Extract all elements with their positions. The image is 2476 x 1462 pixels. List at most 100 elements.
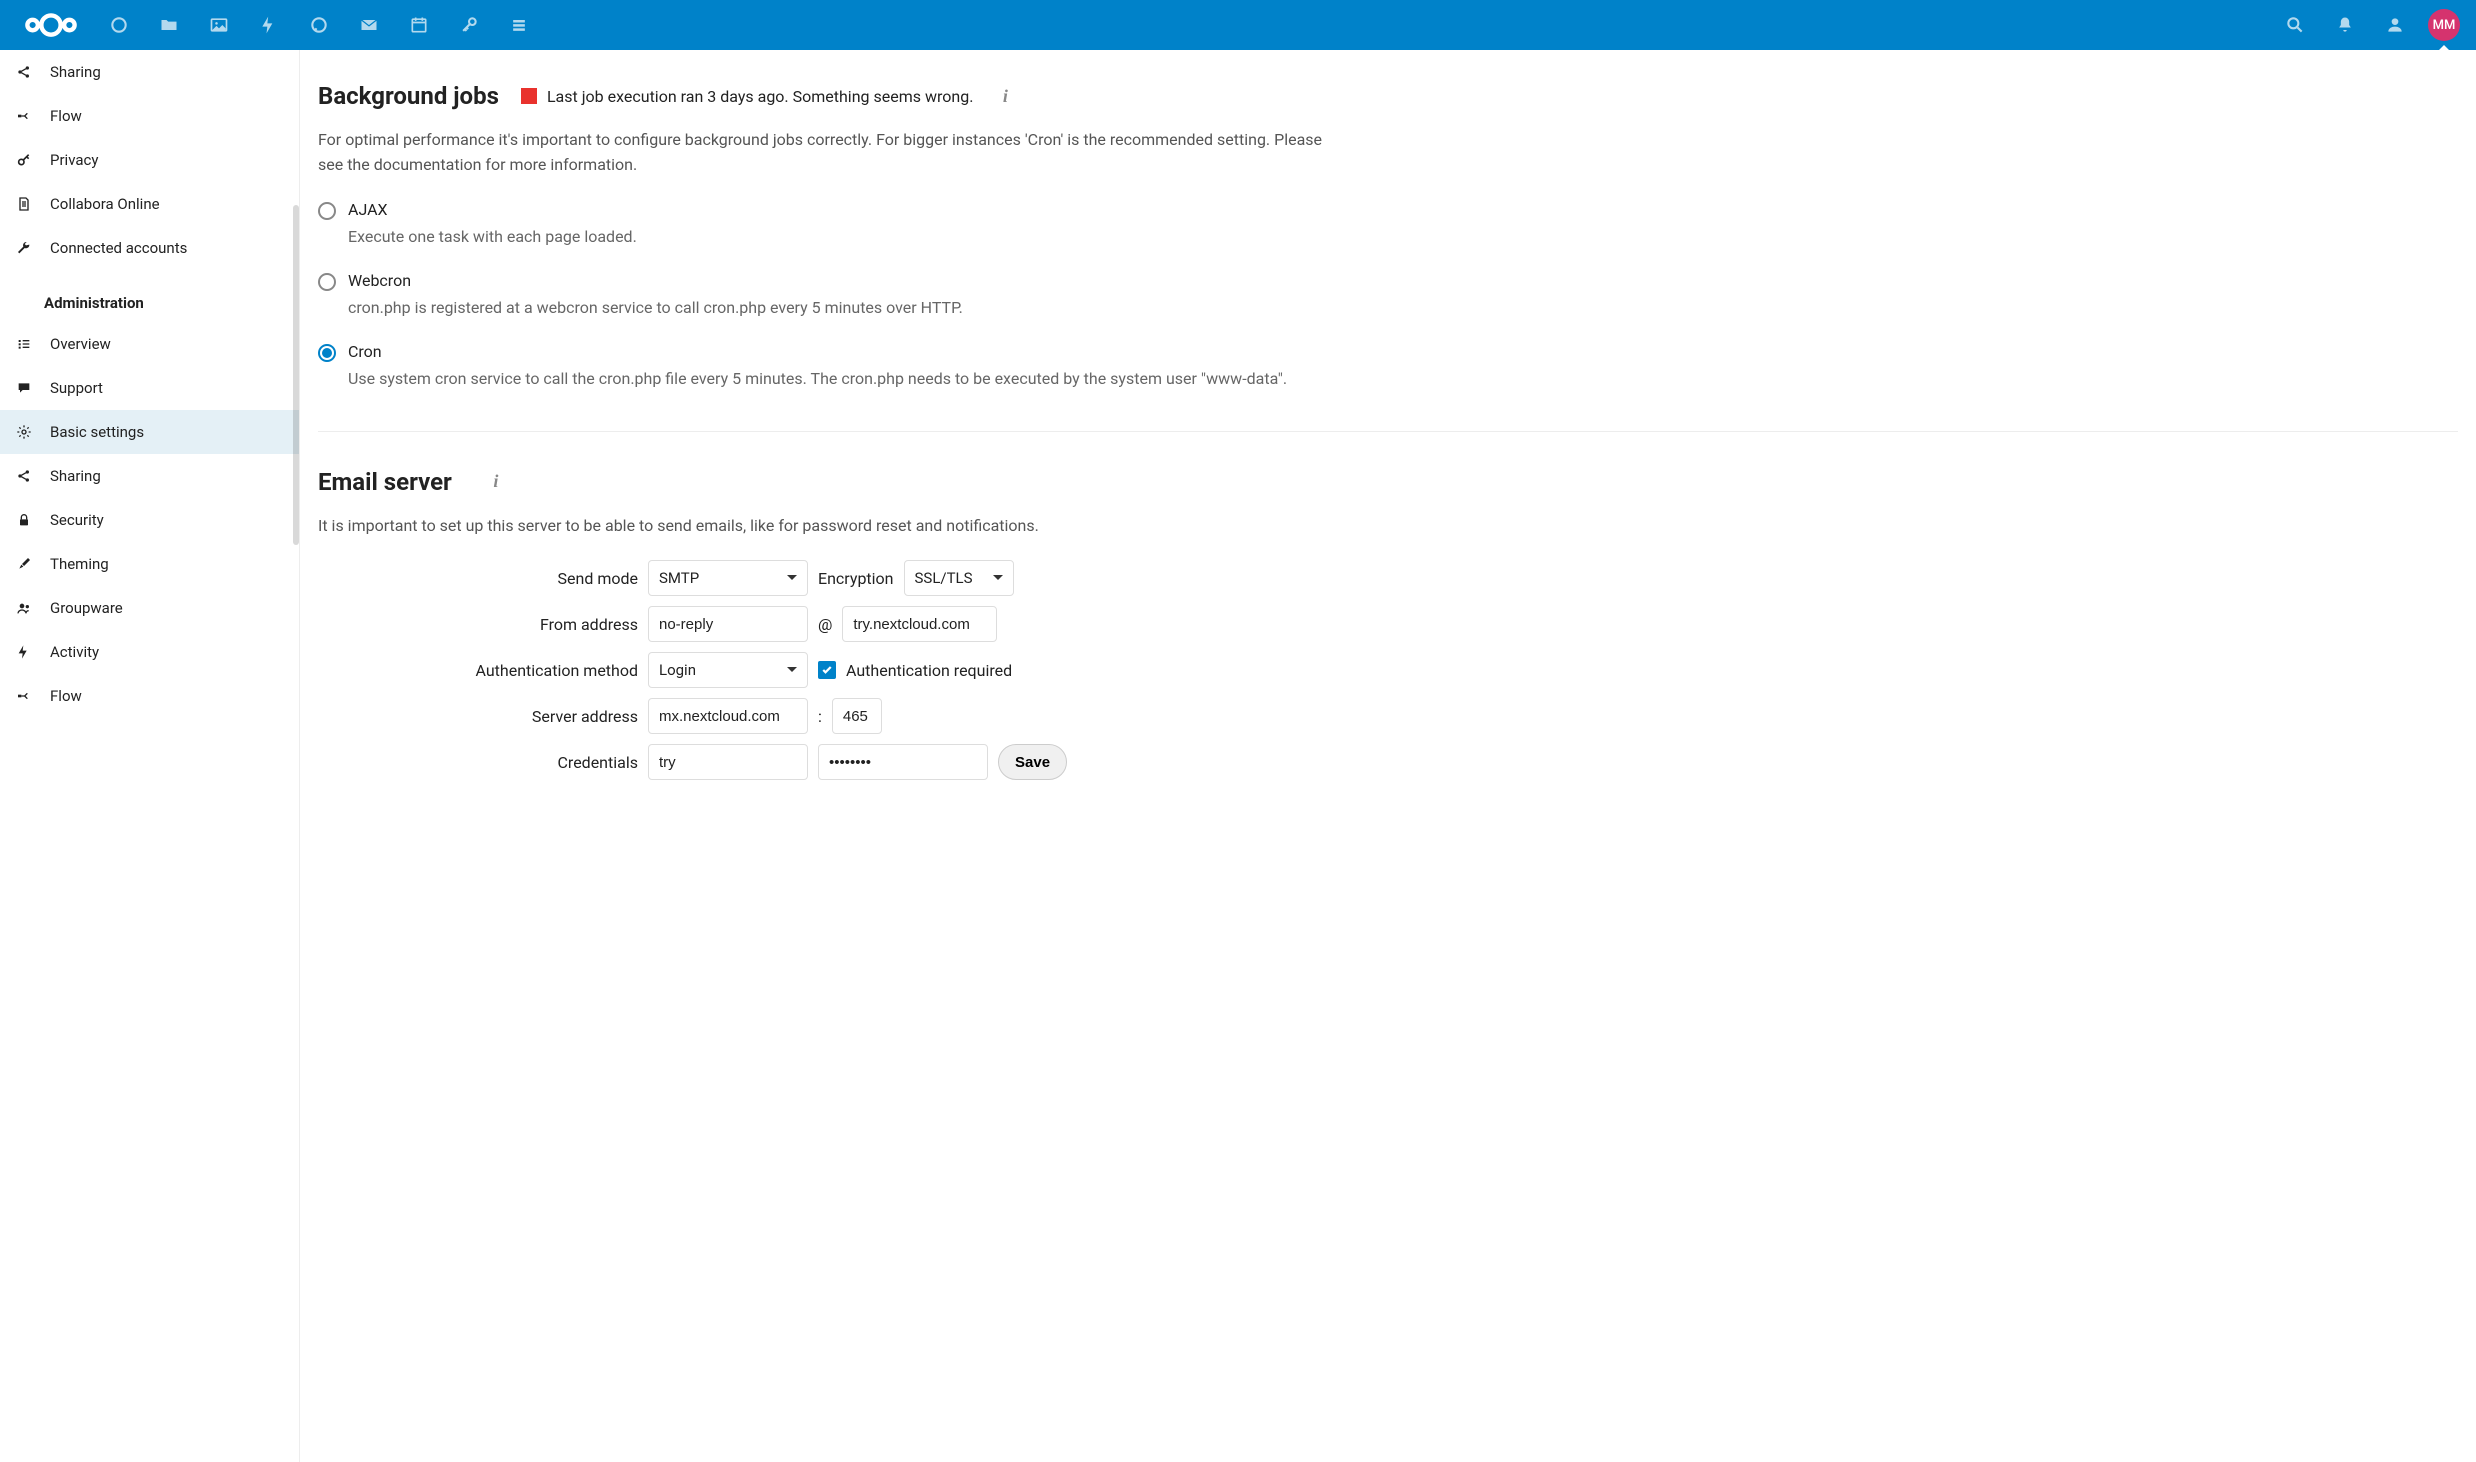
sidebar-item-label: Overview: [50, 335, 111, 353]
send-mode-select[interactable]: SMTP: [648, 560, 808, 596]
sidebar-item-label: Security: [50, 511, 104, 529]
chevron-down-icon: [993, 575, 1003, 585]
bg-jobs-desc: For optimal performance it's important t…: [318, 128, 1338, 178]
sidebar-item-basic[interactable]: Basic settings: [0, 410, 299, 454]
sidebar-item-label: Sharing: [50, 63, 101, 81]
dashboard-icon[interactable]: [94, 0, 144, 50]
key-icon: [14, 152, 34, 168]
background-jobs-section: Background jobs Last job execution ran 3…: [318, 82, 2458, 432]
server-host-input[interactable]: [648, 698, 808, 734]
sidebar-item-privacy[interactable]: Privacy: [0, 138, 299, 182]
search-icon[interactable]: [2270, 0, 2320, 50]
brush-icon: [14, 556, 34, 572]
sidebar-item-activity[interactable]: Activity: [0, 630, 299, 674]
info-icon[interactable]: i: [995, 86, 1015, 106]
logo[interactable]: [8, 11, 94, 39]
share-icon: [14, 468, 34, 484]
contacts-icon[interactable]: [2370, 0, 2420, 50]
photos-icon[interactable]: [194, 0, 244, 50]
radio-option-cron[interactable]: Cron Use system cron service to call the …: [318, 342, 2458, 391]
sidebar-item-label: Flow: [50, 687, 82, 705]
sidebar-item-label: Activity: [50, 643, 99, 661]
wrench-icon: [14, 240, 34, 256]
auth-required-checkbox[interactable]: [818, 661, 836, 679]
sidebar-item-sharing-admin[interactable]: Sharing: [0, 454, 299, 498]
sidebar-item-label: Support: [50, 379, 103, 397]
avatar[interactable]: MM: [2428, 9, 2460, 41]
mail-icon[interactable]: [344, 0, 394, 50]
list-icon: [14, 336, 34, 352]
sidebar-item-support[interactable]: Support: [0, 366, 299, 410]
encryption-label: Encryption: [818, 569, 894, 588]
sidebar: Sharing Flow Privacy Collabora Online Connec…: [0, 50, 300, 1462]
radio-label: AJAX: [348, 200, 637, 219]
lock-icon: [14, 512, 34, 528]
sidebar-item-flow-admin[interactable]: Flow: [0, 674, 299, 718]
sidebar-item-label: Basic settings: [50, 423, 144, 441]
radio-button[interactable]: [318, 273, 336, 291]
group-icon: [14, 600, 34, 616]
doc-icon: [14, 196, 34, 212]
sidebar-item-theming[interactable]: Theming: [0, 542, 299, 586]
at-separator: @: [818, 615, 832, 634]
info-icon[interactable]: i: [486, 472, 506, 492]
sidebar-item-label: Flow: [50, 107, 82, 125]
status-indicator-icon: [521, 88, 537, 104]
radio-desc: Use system cron service to call the cron…: [348, 367, 1287, 391]
sidebar-item-label: Sharing: [50, 467, 101, 485]
sidebar-item-connected[interactable]: Connected accounts: [0, 226, 299, 270]
radio-button[interactable]: [318, 202, 336, 220]
content: Background jobs Last job execution ran 3…: [300, 50, 2476, 1462]
auth-required-label: Authentication required: [846, 661, 1012, 680]
from-address-label: From address: [318, 615, 648, 634]
talk-icon[interactable]: [294, 0, 344, 50]
radio-button[interactable]: [318, 344, 336, 362]
sidebar-item-groupware[interactable]: Groupware: [0, 586, 299, 630]
credentials-label: Credentials: [318, 753, 648, 772]
activity-icon[interactable]: [244, 0, 294, 50]
radio-desc: Execute one task with each page loaded.: [348, 225, 637, 249]
radio-label: Webcron: [348, 271, 963, 290]
flow-icon: [14, 688, 34, 704]
server-port-input[interactable]: [832, 698, 882, 734]
encryption-select[interactable]: SSL/TLS: [904, 560, 1014, 596]
radio-label: Cron: [348, 342, 1287, 361]
auth-method-label: Authentication method: [318, 661, 648, 680]
radio-desc: cron.php is registered at a webcron serv…: [348, 296, 963, 320]
auth-method-select[interactable]: Login: [648, 652, 808, 688]
bolt-icon: [14, 644, 34, 660]
radio-option-webcron[interactable]: Webcron cron.php is registered at a webcr…: [318, 271, 2458, 320]
radio-option-ajax[interactable]: AJAX Execute one task with each page load…: [318, 200, 2458, 249]
topbar: MM: [0, 0, 2476, 50]
sidebar-item-flow[interactable]: Flow: [0, 94, 299, 138]
email-desc: It is important to set up this server to…: [318, 514, 1338, 539]
from-domain-input[interactable]: [842, 606, 997, 642]
bg-jobs-status: Last job execution ran 3 days ago. Somet…: [547, 87, 973, 106]
scrollbar[interactable]: [293, 205, 299, 545]
bg-jobs-title: Background jobs: [318, 82, 499, 110]
sidebar-item-collabora[interactable]: Collabora Online: [0, 182, 299, 226]
sidebar-item-sharing[interactable]: Sharing: [0, 50, 299, 94]
flow-icon: [14, 108, 34, 124]
sidebar-item-label: Connected accounts: [50, 239, 187, 257]
encryption-value: SSL/TLS: [915, 569, 973, 587]
deck-icon[interactable]: [494, 0, 544, 50]
cred-pass-input[interactable]: [818, 744, 988, 780]
send-mode-value: SMTP: [659, 569, 699, 587]
cred-user-input[interactable]: [648, 744, 808, 780]
from-local-input[interactable]: [648, 606, 808, 642]
sidebar-item-overview[interactable]: Overview: [0, 322, 299, 366]
save-button[interactable]: Save: [998, 744, 1067, 780]
sidebar-item-label: Collabora Online: [50, 195, 160, 213]
auth-method-value: Login: [659, 661, 696, 679]
calendar-icon[interactable]: [394, 0, 444, 50]
passwords-icon[interactable]: [444, 0, 494, 50]
email-title: Email server: [318, 468, 452, 496]
notifications-icon[interactable]: [2320, 0, 2370, 50]
admin-heading: Administration: [0, 270, 299, 322]
sidebar-item-security[interactable]: Security: [0, 498, 299, 542]
sidebar-item-label: Privacy: [50, 151, 98, 169]
colon-separator: :: [818, 707, 822, 726]
files-icon[interactable]: [144, 0, 194, 50]
comment-icon: [14, 380, 34, 396]
